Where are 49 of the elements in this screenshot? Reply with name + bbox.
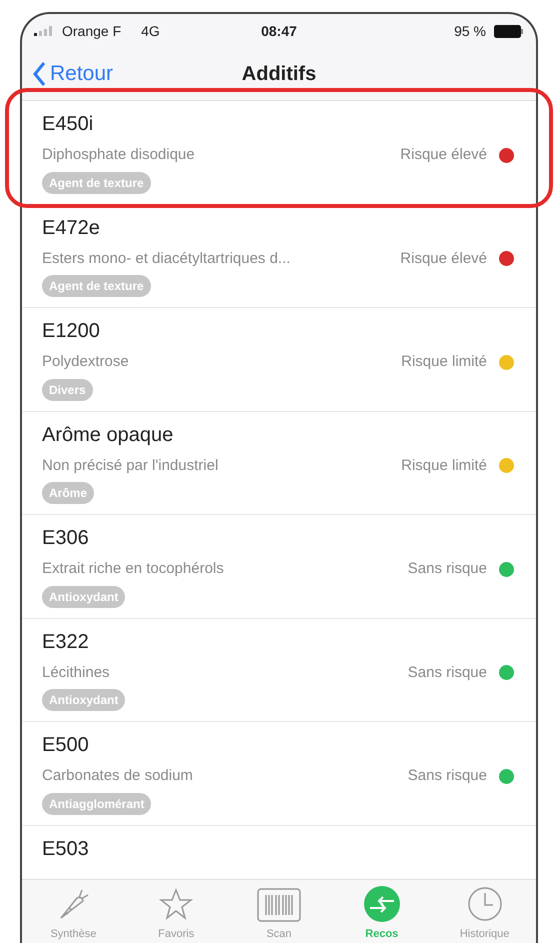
category-tag: Divers	[42, 378, 93, 400]
additive-row[interactable]: E322 Lécithines Sans risque Antioxydant	[22, 618, 536, 722]
battery-text: 95 %	[454, 22, 486, 40]
back-button[interactable]: Retour	[32, 58, 114, 90]
additive-code: E450i	[42, 112, 94, 137]
additive-row[interactable]: E1200 Polydextrose Risque limité Divers	[22, 308, 536, 412]
exchange-icon	[364, 886, 400, 922]
risk-label: Risque élevé	[400, 145, 487, 165]
barcode-icon	[256, 888, 301, 922]
risk-label: Risque limité	[401, 456, 487, 476]
risk-label: Risque limité	[401, 352, 487, 372]
additive-row[interactable]: E472e Esters mono- et diacétyltartriques d... Risque élevé Agent de texture	[22, 204, 536, 308]
additive-code: Arôme opaque	[42, 422, 174, 448]
additive-name: Diphosphate disodique	[42, 145, 195, 165]
network-text: 4G	[141, 22, 160, 40]
category-tag: Agent de texture	[42, 172, 151, 194]
risk-label: Sans risque	[408, 766, 487, 786]
additive-code: E500	[42, 733, 90, 758]
additive-row[interactable]: E450i Diphosphate disodique Risque élevé Agent de texture	[22, 101, 536, 204]
additive-code: E472e	[42, 216, 101, 240]
additive-name: Non précisé par l'industriel	[42, 456, 218, 476]
additive-name: Esters mono- et diacétyltartriques d...	[42, 248, 290, 268]
additive-name: Carbonates de sodium	[42, 766, 193, 786]
signal-icon	[34, 26, 54, 36]
page-title: Additifs	[242, 62, 316, 87]
time-text: 08:47	[260, 22, 298, 40]
carrier-text: Orange F	[62, 22, 122, 41]
clock-icon	[466, 886, 503, 922]
chevron-left-icon	[32, 60, 46, 87]
risk-label: Sans risque	[408, 662, 487, 682]
battery-icon	[494, 24, 524, 38]
risk-label: Risque élevé	[400, 248, 487, 268]
star-icon	[158, 886, 194, 922]
category-tag: Antioxydant	[42, 689, 126, 711]
category-tag: Antiagglomérant	[42, 792, 152, 814]
category-tag: Arôme	[42, 482, 94, 504]
additive-code: E322	[42, 630, 90, 654]
risk-label: Sans risque	[408, 559, 487, 579]
additive-row[interactable]: E500 Carbonates de sodium Sans risque Antiagglomérant	[22, 722, 536, 826]
additive-name: Polydextrose	[42, 352, 129, 372]
category-tag: Agent de texture	[42, 275, 151, 297]
additive-name: Lécithines	[42, 662, 110, 682]
additive-name: Extrait riche en tocophérols	[42, 559, 224, 579]
category-tag: Antioxydant	[42, 586, 126, 608]
additive-row[interactable]: E306 Extrait riche en tocophérols Sans risque Antioxydant	[22, 515, 536, 618]
additive-code: E1200	[42, 319, 101, 344]
additive-code: E306	[42, 526, 90, 551]
additive-row[interactable]: Arôme opaque Non précisé par l'industriel Risque limité Arôme	[22, 412, 536, 515]
additive-code: E503	[42, 836, 90, 862]
